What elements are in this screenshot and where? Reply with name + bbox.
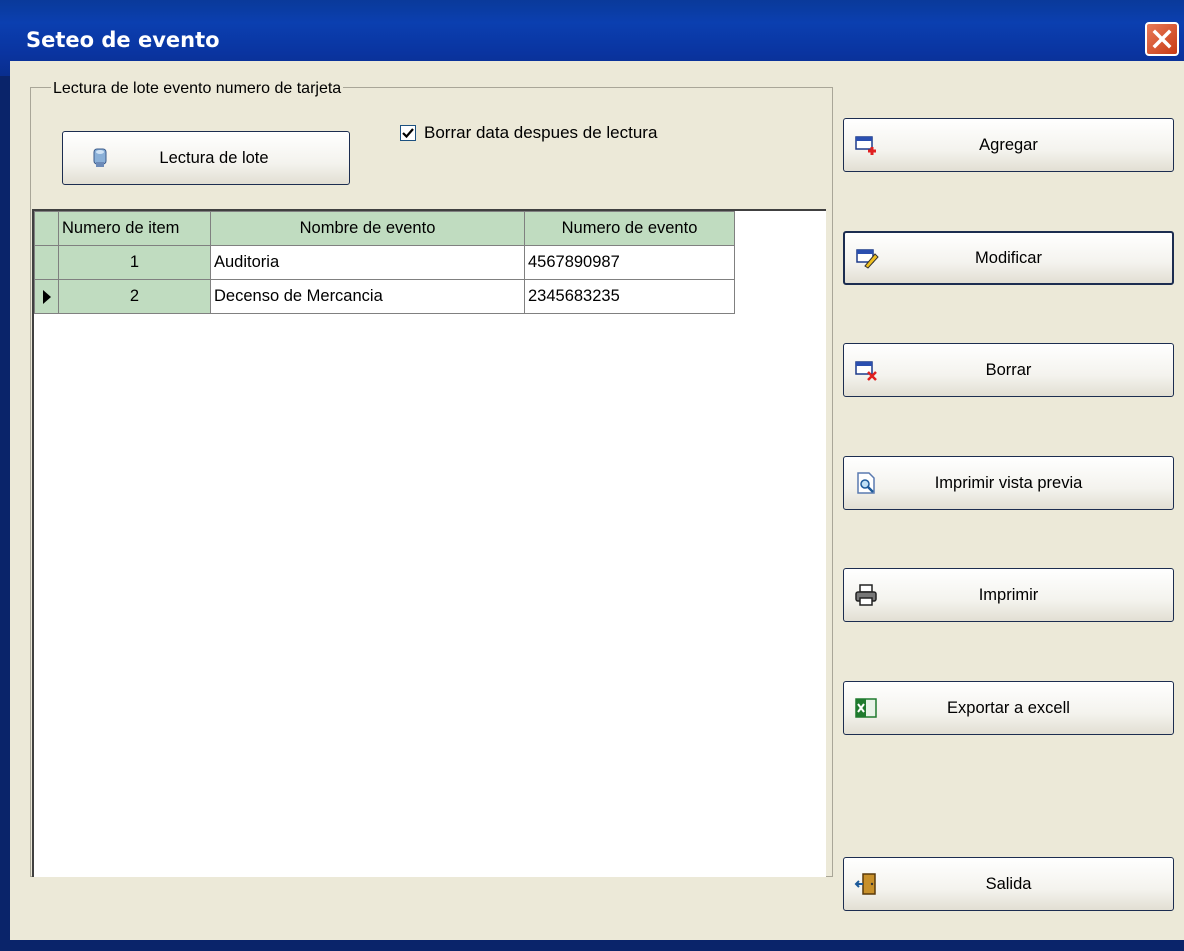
- print-preview-label: Imprimir vista previa: [934, 473, 1083, 492]
- clear-after-read-label: Borrar data despues de lectura: [424, 123, 658, 142]
- events-grid[interactable]: Numero de item Nombre de evento Numero d…: [32, 209, 826, 877]
- item-number-cell[interactable]: 1: [58, 245, 211, 280]
- item-number-cell[interactable]: 2: [58, 279, 211, 314]
- dialog-window: Seteo de evento Lectura de lote evento n…: [0, 0, 1184, 951]
- group-legend: Lectura de lote evento numero de tarjeta: [51, 80, 344, 98]
- close-icon: [1152, 29, 1172, 49]
- add-label: Agregar: [979, 135, 1038, 154]
- delete-button[interactable]: Borrar: [843, 343, 1174, 397]
- exit-label: Salida: [985, 874, 1032, 893]
- row-header[interactable]: [34, 245, 59, 280]
- event-number-cell[interactable]: 4567890987: [524, 245, 735, 280]
- modify-button[interactable]: Modificar: [843, 231, 1174, 285]
- add-button[interactable]: Agregar: [843, 118, 1174, 172]
- window-frame-bottom: [10, 940, 1184, 951]
- column-header-name[interactable]: Nombre de evento: [210, 211, 525, 246]
- batch-read-button[interactable]: Lectura de lote: [62, 131, 350, 185]
- print-button[interactable]: Imprimir: [843, 568, 1174, 622]
- event-number-cell[interactable]: 2345683235: [524, 279, 735, 314]
- grid-header-row: Numero de item Nombre de evento Numero d…: [34, 211, 735, 246]
- print-label: Imprimir: [978, 585, 1039, 604]
- export-excel-button[interactable]: Exportar a excell: [843, 681, 1174, 735]
- table-row[interactable]: 1 Auditoria 4567890987: [34, 245, 735, 280]
- events-table: Numero de item Nombre de evento Numero d…: [34, 211, 735, 314]
- corner-cell: [34, 211, 59, 246]
- column-header-number[interactable]: Numero de evento: [524, 211, 735, 246]
- column-header-item[interactable]: Numero de item: [58, 211, 211, 246]
- clear-after-read-option[interactable]: Borrar data despues de lectura: [400, 121, 657, 145]
- event-name-cell[interactable]: Auditoria: [210, 245, 525, 280]
- modify-label: Modificar: [975, 248, 1042, 267]
- current-row-arrow-icon: [43, 290, 51, 304]
- print-preview-button[interactable]: Imprimir vista previa: [843, 456, 1174, 510]
- export-excel-label: Exportar a excell: [947, 698, 1070, 717]
- delete-label: Borrar: [985, 360, 1032, 379]
- event-name-cell[interactable]: Decenso de Mercancia: [210, 279, 525, 314]
- clear-after-read-checkbox[interactable]: [400, 125, 416, 141]
- table-row[interactable]: 2 Decenso de Mercancia 2345683235: [34, 279, 735, 314]
- dialog-client-area: Lectura de lote evento numero de tarjeta…: [10, 61, 1184, 951]
- close-button[interactable]: [1145, 22, 1179, 56]
- window-title: Seteo de evento: [26, 28, 220, 52]
- checkmark-icon: [402, 128, 414, 139]
- exit-button[interactable]: Salida: [843, 857, 1174, 911]
- batch-read-label: Lectura de lote: [159, 148, 269, 167]
- row-header-current[interactable]: [34, 279, 59, 314]
